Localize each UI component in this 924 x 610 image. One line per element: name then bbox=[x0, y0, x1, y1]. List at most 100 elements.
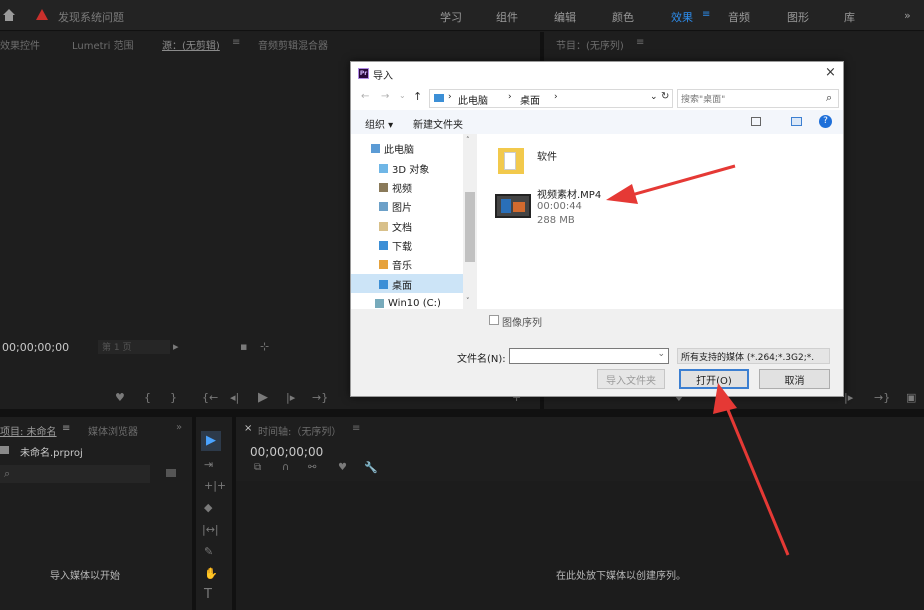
project-search-input[interactable]: ⌕ bbox=[0, 465, 150, 483]
tab-program[interactable]: 节目：(无序列) bbox=[556, 37, 624, 52]
up-icon[interactable]: ↑ bbox=[413, 90, 422, 103]
preview-pane-icon[interactable] bbox=[791, 117, 802, 126]
workspace-overflow-icon[interactable]: » bbox=[904, 9, 911, 22]
nav-3d-objects[interactable]: 3D 对象 bbox=[379, 160, 429, 176]
wrench-icon[interactable]: 🔧 bbox=[364, 461, 378, 474]
program-menu-icon[interactable]: ≡ bbox=[636, 37, 644, 48]
tab-media-browser[interactable]: 媒体浏览器 bbox=[88, 423, 138, 438]
filetype-select[interactable]: 所有支持的媒体 (*.264;*.3G2;*. bbox=[677, 348, 830, 364]
new-folder-button[interactable]: 新建文件夹 bbox=[413, 116, 463, 131]
image-sequence-checkbox[interactable] bbox=[489, 315, 499, 325]
recent-dropdown-icon[interactable]: ⌄ bbox=[399, 91, 406, 100]
add-marker-icon[interactable]: ♥ bbox=[115, 391, 125, 404]
breadcrumb-this-pc[interactable]: 此电脑 bbox=[458, 92, 488, 107]
tab-lumetri-scopes[interactable]: Lumetri 范围 bbox=[72, 37, 134, 52]
scroll-down-icon[interactable]: ˅ bbox=[466, 297, 470, 305]
timeline-track-area[interactable] bbox=[236, 481, 924, 610]
workspace-tab-editing[interactable]: 编辑 bbox=[554, 9, 576, 25]
back-icon[interactable]: ← bbox=[361, 91, 369, 102]
zoom-select[interactable]: 第 1 页 bbox=[98, 340, 170, 354]
pen-tool-icon[interactable]: ✎ bbox=[204, 545, 213, 558]
filename-dropdown-icon[interactable]: ⌄ bbox=[657, 349, 665, 359]
tab-timeline[interactable]: 时间轴:（无序列） bbox=[258, 423, 341, 438]
address-bar[interactable]: › 此电脑 › 桌面 › ⌄ bbox=[429, 89, 673, 108]
program-step-forward-icon[interactable]: |▸ bbox=[844, 391, 853, 404]
program-go-out-icon[interactable]: →} bbox=[874, 391, 890, 404]
ripple-edit-tool-icon[interactable]: +|+ bbox=[204, 479, 226, 492]
timeline-menu-icon[interactable]: ≡ bbox=[352, 423, 360, 434]
settings-icon[interactable]: ▪ bbox=[240, 340, 247, 353]
scroll-thumb[interactable] bbox=[465, 192, 475, 262]
nav-desktop[interactable]: 桌面 bbox=[379, 276, 412, 292]
issue-label[interactable]: 发现系统问题 bbox=[58, 9, 124, 25]
workspace-tab-color[interactable]: 颜色 bbox=[612, 9, 634, 25]
workspace-tab-libraries[interactable]: 库 bbox=[844, 9, 855, 25]
source-timecode[interactable]: 00;00;00;00 bbox=[2, 341, 69, 354]
import-folder-button[interactable]: 导入文件夹 bbox=[597, 369, 665, 389]
workspace-tab-assembly[interactable]: 组件 bbox=[496, 9, 518, 25]
workspace-tab-audio[interactable]: 音频 bbox=[728, 9, 750, 25]
workspace-tab-effects[interactable]: 效果 bbox=[671, 9, 693, 25]
nav-downloads[interactable]: 下载 bbox=[379, 237, 412, 253]
nav-this-pc[interactable]: 此电脑 bbox=[371, 140, 414, 156]
horizontal-divider[interactable] bbox=[0, 409, 924, 417]
new-bin-icon[interactable] bbox=[166, 469, 176, 477]
view-options-icon[interactable] bbox=[751, 117, 761, 126]
step-forward-icon[interactable]: |▸ bbox=[286, 391, 295, 404]
tab-effect-controls[interactable]: 效果控件 bbox=[0, 37, 40, 52]
video-thumbnail-icon[interactable] bbox=[495, 194, 531, 218]
scroll-up-icon[interactable]: ˄ bbox=[466, 136, 470, 144]
nav-music[interactable]: 音乐 bbox=[379, 256, 412, 272]
nav-videos[interactable]: 视频 bbox=[379, 179, 412, 195]
tab-project[interactable]: 项目: 未命名 bbox=[0, 423, 57, 438]
tab-menu-icon[interactable]: ≡ bbox=[232, 37, 240, 48]
step-back-icon[interactable]: ◂| bbox=[230, 391, 239, 404]
panel-overflow-icon[interactable]: » bbox=[176, 422, 182, 433]
nav-pictures[interactable]: 图片 bbox=[379, 198, 412, 214]
folder-item[interactable] bbox=[498, 144, 526, 176]
search-desktop-input[interactable]: 搜索"桌面" ⌕ bbox=[677, 89, 839, 108]
snap-icon[interactable]: ∩ bbox=[282, 462, 289, 473]
tab-audio-clip-mixer[interactable]: 音频剪辑混合器 bbox=[258, 37, 328, 52]
folder-name[interactable]: 软件 bbox=[537, 148, 557, 163]
slip-tool-icon[interactable]: |↔| bbox=[202, 523, 219, 536]
play-icon[interactable]: ▶ bbox=[258, 390, 268, 405]
address-dropdown-icon[interactable]: ⌄ bbox=[650, 92, 658, 102]
type-tool-icon[interactable]: T bbox=[204, 587, 212, 602]
go-to-out-icon[interactable]: →} bbox=[312, 391, 328, 404]
workspace-tab-graphics[interactable]: 图形 bbox=[787, 9, 809, 25]
warning-icon[interactable] bbox=[36, 9, 48, 20]
filename-input[interactable]: ⌄ bbox=[509, 348, 669, 364]
close-timeline-icon[interactable]: × bbox=[244, 423, 252, 434]
forward-icon[interactable]: → bbox=[381, 91, 389, 102]
timeline-marker-icon[interactable]: ♥ bbox=[338, 462, 347, 473]
video-file-name[interactable]: 视频素材.MP4 bbox=[537, 186, 601, 201]
open-button[interactable]: 打开(O) bbox=[679, 369, 749, 389]
hand-tool-icon[interactable]: ✋ bbox=[204, 567, 218, 580]
go-to-in-icon[interactable]: {← bbox=[202, 391, 218, 404]
track-select-tool-icon[interactable]: ⇥ bbox=[204, 458, 213, 471]
cancel-button[interactable]: 取消 bbox=[759, 369, 830, 389]
workspace-tab-learn[interactable]: 学习 bbox=[440, 9, 462, 25]
mark-in-icon[interactable]: { bbox=[144, 391, 151, 404]
marker-icon[interactable]: ⊹ bbox=[260, 340, 269, 353]
refresh-icon[interactable]: ↻ bbox=[661, 91, 669, 102]
workspace-menu-icon[interactable]: ≡ bbox=[702, 9, 710, 20]
dialog-titlebar[interactable]: Pr 导入 × bbox=[351, 62, 843, 86]
nav-documents[interactable]: 文档 bbox=[379, 218, 412, 234]
organize-button[interactable]: 组织 ▾ bbox=[365, 116, 393, 131]
selection-tool-icon[interactable]: ▶ bbox=[201, 431, 221, 451]
program-export-frame-icon[interactable]: ▣ bbox=[906, 391, 916, 404]
nest-icon[interactable]: ⧉ bbox=[254, 462, 261, 473]
linked-selection-icon[interactable]: ⚯ bbox=[308, 462, 316, 473]
timeline-timecode[interactable]: 00;00;00;00 bbox=[250, 445, 323, 459]
close-icon[interactable]: × bbox=[825, 65, 836, 80]
home-icon[interactable] bbox=[2, 8, 16, 22]
project-menu-icon[interactable]: ≡ bbox=[62, 423, 70, 434]
breadcrumb-desktop[interactable]: 桌面 bbox=[520, 92, 540, 107]
tab-source[interactable]: 源：(无剪辑) bbox=[162, 37, 220, 52]
mark-out-icon[interactable]: } bbox=[170, 391, 177, 404]
help-icon[interactable]: ? bbox=[819, 115, 832, 128]
play-indicator-icon[interactable]: ▸ bbox=[173, 340, 179, 353]
razor-tool-icon[interactable]: ◆ bbox=[204, 501, 212, 514]
